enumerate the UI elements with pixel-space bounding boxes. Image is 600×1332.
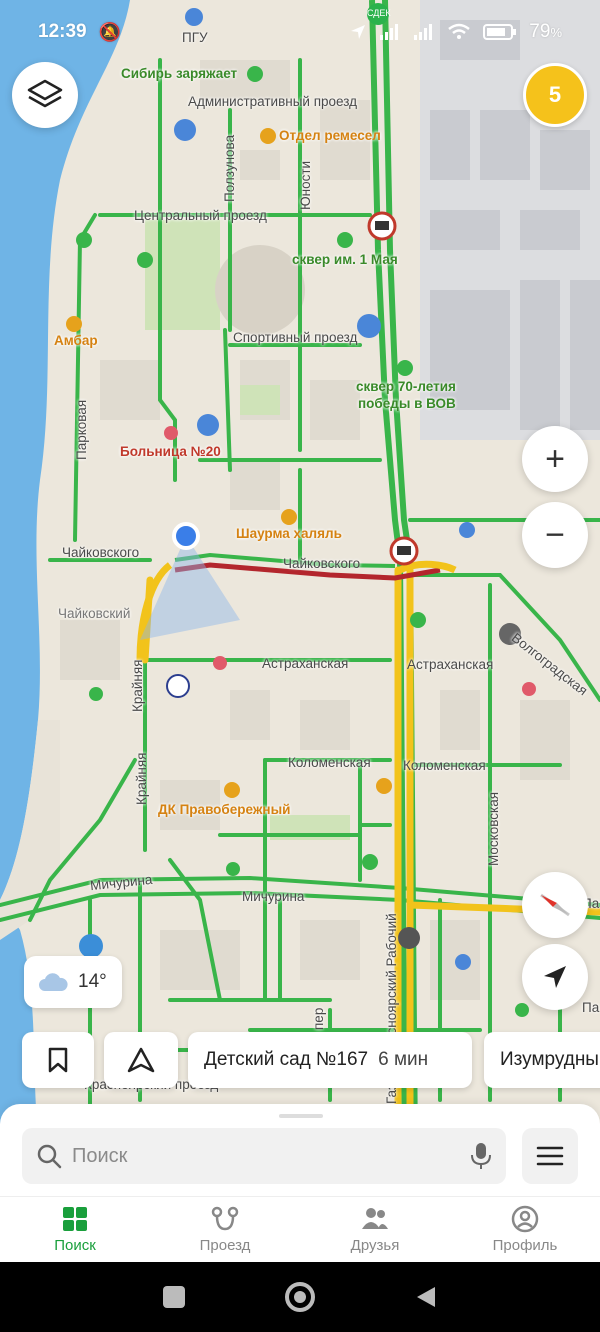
- bottom-tabs: Поиск Проезд Друзья Профиль: [0, 1196, 600, 1262]
- my-location-button[interactable]: [522, 944, 588, 1010]
- map-label-polzunova: Ползунова: [222, 134, 237, 202]
- map-label-remesel: Отдел ремесел: [279, 128, 381, 143]
- zoom-in-button[interactable]: +: [522, 426, 588, 492]
- map-label-kolomenskaya-1: Коломенская: [288, 755, 371, 770]
- map-label-siberia: Сибирь заряжает: [121, 66, 238, 81]
- notifications-badge[interactable]: 5: [523, 63, 587, 127]
- map-label-dk-pravoberezhny: ДК Правобережный: [158, 802, 291, 817]
- chip-detsky-sad[interactable]: Детский сад №167 6 мин: [188, 1032, 472, 1088]
- cloud-icon: [39, 973, 68, 991]
- layers-button[interactable]: [12, 62, 78, 128]
- location-arrow-icon: [351, 25, 366, 39]
- profile-icon: [511, 1205, 539, 1233]
- home-button[interactable]: [285, 1282, 315, 1312]
- android-nav-bar: [0, 1262, 600, 1332]
- map-label-per: пер: [311, 1007, 326, 1030]
- microphone-icon[interactable]: [470, 1141, 492, 1171]
- battery-icon: [483, 24, 517, 40]
- map-label-yunosti: Юности: [298, 160, 313, 210]
- route-icon: [211, 1206, 239, 1231]
- menu-icon: [536, 1146, 564, 1166]
- weather-widget[interactable]: 14°: [24, 956, 122, 1008]
- map-label-skver-70-a: сквер 70-летия: [356, 379, 456, 394]
- battery-level: 79%: [529, 21, 562, 42]
- menu-button[interactable]: [522, 1128, 578, 1184]
- map-label-ambar: Амбар: [54, 333, 98, 348]
- map-label-michurina-2: Мичурина: [242, 889, 305, 904]
- compass-button[interactable]: [522, 872, 588, 938]
- navigator-chip[interactable]: [104, 1032, 178, 1088]
- mute-icon: 🔕: [98, 21, 122, 42]
- map-label-krainyaya-1: Крайняя: [130, 659, 145, 713]
- friends-icon: [362, 1208, 388, 1229]
- bookmark-icon: [48, 1047, 68, 1073]
- search-input[interactable]: [72, 1144, 470, 1168]
- search-bar[interactable]: [22, 1128, 506, 1184]
- signal-icon-2: [414, 24, 433, 40]
- map-label-chaikovsky: Чайковский: [58, 606, 131, 621]
- map-label-central-proezd: Центральный проезд: [134, 208, 267, 223]
- map-label-parkovaya: Парковая: [74, 399, 89, 460]
- tab-search[interactable]: Поиск: [0, 1197, 150, 1262]
- bottom-sheet: Поиск Проезд Друзья Профиль: [0, 1104, 600, 1262]
- tab-friends[interactable]: Друзья: [300, 1197, 450, 1262]
- search-icon: [37, 1144, 62, 1169]
- tab-profile[interactable]: Профиль: [450, 1197, 600, 1262]
- wifi-icon: [448, 23, 471, 39]
- tab-friends-label: Друзья: [350, 1237, 400, 1254]
- route-arrow-icon: [127, 1047, 155, 1073]
- map-label-skver-70-b: победы в ВОВ: [358, 396, 456, 411]
- map-label-hospital: Больница №20: [120, 444, 221, 459]
- weather-temp: 14°: [78, 971, 107, 992]
- minus-icon: −: [545, 515, 565, 554]
- navigation-arrow-icon: [544, 966, 566, 988]
- tab-search-label: Поиск: [54, 1237, 96, 1254]
- signal-icon: [380, 24, 399, 40]
- map-label-astrakhanskaya-2: Астраханская: [407, 657, 494, 672]
- map-label-sport-proezd: Спортивный проезд: [233, 330, 358, 345]
- sheet-handle[interactable]: [279, 1114, 323, 1118]
- chip-detsky-sad-label: Детский сад №167: [204, 1049, 369, 1070]
- back-button[interactable]: [415, 1285, 437, 1309]
- zoom-out-button[interactable]: −: [522, 502, 588, 568]
- map-label-chaikovskogo-1: Чайковского: [62, 545, 140, 560]
- bookmarks-chip[interactable]: [22, 1032, 94, 1088]
- chip-izumrudny-label: Изумрудный: [500, 1049, 600, 1070]
- status-bar: 12:39 🔕 79%: [0, 0, 600, 64]
- map-label-astrakhanskaya-1: Астраханская: [262, 656, 349, 671]
- map-label-adm-proezd: Административный проезд: [188, 94, 358, 109]
- compass-icon: [540, 893, 570, 917]
- tab-route[interactable]: Проезд: [150, 1197, 300, 1262]
- recents-button[interactable]: [163, 1286, 185, 1308]
- plus-icon: +: [545, 439, 565, 478]
- tab-profile-label: Профиль: [492, 1237, 558, 1254]
- map-label-chaikovskogo-2: Чайковского: [283, 556, 361, 571]
- tab-route-label: Проезд: [199, 1237, 251, 1254]
- map-label-shaurma: Шаурма халяль: [236, 526, 342, 541]
- chip-detsky-sad-time: 6 мин: [378, 1049, 429, 1070]
- map-label-moskovskaya: Московская: [486, 791, 501, 866]
- map-label-krainyaya-2: Крайняя: [134, 752, 149, 806]
- status-time: 12:39: [38, 21, 87, 42]
- grid-icon: [63, 1207, 87, 1231]
- map-label-pa-2: Па: [582, 1000, 600, 1015]
- map-label-skver-1-may: сквер им. 1 Мая: [292, 252, 398, 267]
- map-label-kolomenskaya-2: Коломенская: [403, 758, 486, 773]
- layers-icon: [27, 79, 63, 108]
- chip-izumrudny[interactable]: Изумрудный: [484, 1032, 600, 1088]
